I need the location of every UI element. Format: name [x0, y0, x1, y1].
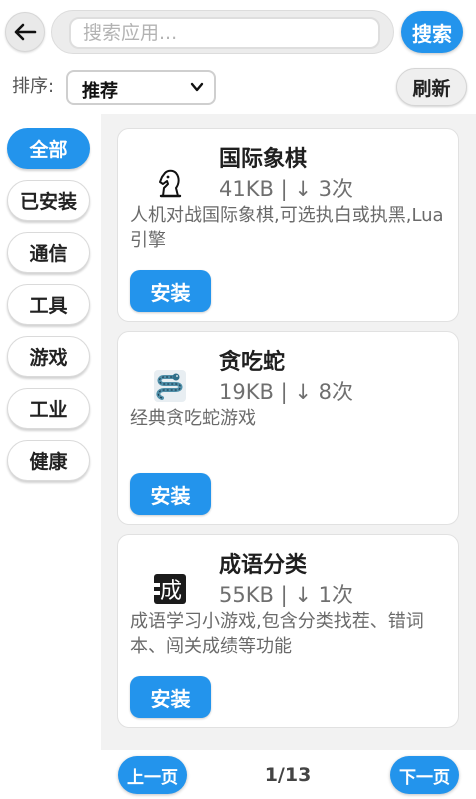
top-bar: 搜索 — [0, 0, 476, 64]
category-all[interactable]: 全部 — [7, 128, 90, 169]
category-installed[interactable]: 已安装 — [7, 180, 90, 221]
arrow-left-icon — [14, 23, 37, 41]
refresh-button[interactable]: 刷新 — [396, 68, 467, 106]
page-indicator: 1/13 — [264, 764, 312, 786]
app-card: 贪吃蛇 19KB | ↓ 8次 经典贪吃蛇游戏 安装 — [117, 331, 459, 525]
app-card: 成 成语分类 55KB | ↓ 1次 成语学习小游戏,包含分类找茬、错词本、闯关… — [117, 534, 459, 728]
snake-icon — [154, 370, 186, 402]
category-tools[interactable]: 工具 — [7, 284, 90, 325]
idiom-cheng-icon: 成 — [154, 574, 186, 604]
sort-selected-value: 推荐 — [82, 81, 118, 102]
prev-page-button[interactable]: 上一页 — [118, 756, 187, 794]
svg-text:成: 成 — [160, 579, 182, 604]
category-health[interactable]: 健康 — [7, 440, 90, 481]
app-description: 成语学习小游戏,包含分类找茬、错词本、闯关成绩等功能 — [130, 611, 424, 657]
app-description: 人机对战国际象棋,可选执白或执黑,Lua 引擎 — [130, 205, 444, 251]
category-industry[interactable]: 工业 — [7, 388, 90, 429]
app-meta: 19KB | ↓ 8次 — [219, 380, 353, 404]
app-name: 成语分类 — [219, 553, 308, 578]
install-button[interactable]: 安装 — [130, 473, 211, 515]
app-meta: 41KB | ↓ 3次 — [219, 177, 353, 201]
category-communication[interactable]: 通信 — [7, 232, 90, 273]
search-bar — [51, 10, 394, 54]
chevron-down-icon — [190, 82, 204, 92]
app-card: 国际象棋 41KB | ↓ 3次 人机对战国际象棋,可选执白或执黑,Lua 引擎… — [117, 128, 459, 322]
back-button[interactable] — [5, 12, 45, 52]
search-button[interactable]: 搜索 — [401, 11, 463, 53]
sort-select[interactable]: 推荐 — [66, 70, 216, 105]
install-button[interactable]: 安装 — [130, 676, 211, 718]
category-games[interactable]: 游戏 — [7, 336, 90, 377]
app-name: 贪吃蛇 — [219, 350, 286, 375]
install-button[interactable]: 安装 — [130, 270, 211, 312]
app-meta: 55KB | ↓ 1次 — [219, 583, 353, 607]
chess-knight-icon — [159, 169, 182, 198]
app-name: 国际象棋 — [219, 147, 308, 172]
search-input[interactable] — [69, 17, 380, 49]
app-description: 经典贪吃蛇游戏 — [130, 408, 256, 429]
sort-label: 排序: — [12, 76, 55, 97]
next-page-button[interactable]: 下一页 — [390, 756, 459, 794]
